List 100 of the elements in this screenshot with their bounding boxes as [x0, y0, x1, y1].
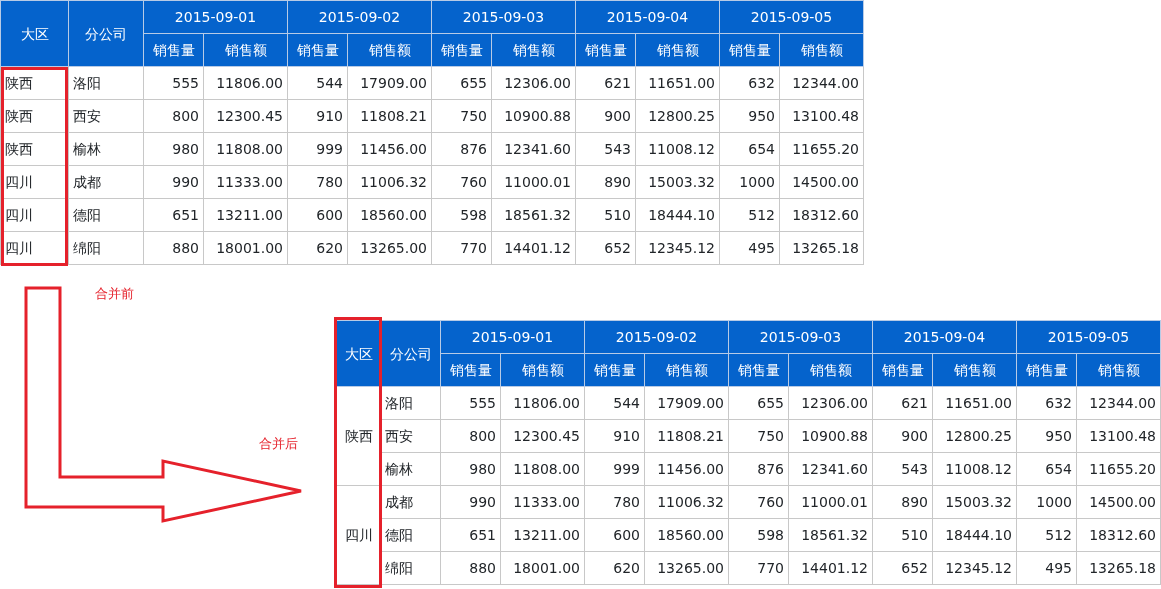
table-cell: 13100.48 [779, 99, 864, 133]
header-cell: 分公司 [380, 320, 441, 387]
table-cell: 632 [1016, 386, 1077, 420]
table-cell: 18561.32 [788, 518, 873, 552]
header-cell: 销售额 [1076, 353, 1161, 387]
table-cell: 12300.45 [203, 99, 288, 133]
table-cell: 德阳 [68, 198, 144, 232]
table-cell: 14401.12 [491, 231, 576, 265]
header-cell: 大区 [336, 320, 381, 387]
table-cell: 11808.00 [203, 132, 288, 166]
table-cell: 555 [143, 66, 204, 100]
table-cell: 13211.00 [203, 198, 288, 232]
table-cell: 11000.01 [788, 485, 873, 519]
table-cell: 10900.88 [788, 419, 873, 453]
table-cell: 12341.60 [788, 452, 873, 486]
table-cell: 652 [575, 231, 636, 265]
header-cell: 销售量 [872, 353, 933, 387]
table-cell: 760 [431, 165, 492, 199]
table-cell: 620 [287, 231, 348, 265]
table-cell: 620 [584, 551, 645, 585]
header-cell: 销售量 [431, 33, 492, 67]
table-cell: 18312.60 [779, 198, 864, 232]
table-cell: 成都 [380, 485, 441, 519]
table-cell: 11333.00 [500, 485, 585, 519]
header-cell: 销售量 [728, 353, 789, 387]
table-cell: 12344.00 [1076, 386, 1161, 420]
table-cell: 11651.00 [635, 66, 720, 100]
header-cell: 销售量 [575, 33, 636, 67]
table-cell: 750 [431, 99, 492, 133]
table-cell: 绵阳 [68, 231, 144, 265]
table-cell: 910 [584, 419, 645, 453]
table-cell: 600 [584, 518, 645, 552]
table-cell: 12306.00 [788, 386, 873, 420]
header-cell: 2015-09-01 [143, 0, 288, 34]
table-cell: 510 [872, 518, 933, 552]
table-cell: 880 [440, 551, 501, 585]
table-cell: 632 [719, 66, 780, 100]
table-cell: 12345.12 [932, 551, 1017, 585]
header-cell: 销售额 [644, 353, 729, 387]
table-cell: 510 [575, 198, 636, 232]
table-cell: 18444.10 [932, 518, 1017, 552]
table-cell: 12800.25 [635, 99, 720, 133]
table-cell: 12306.00 [491, 66, 576, 100]
table-cell: 洛阳 [380, 386, 441, 420]
table-cell: 陕西 [0, 99, 69, 133]
table-cell: 13211.00 [500, 518, 585, 552]
table-cell: 11456.00 [644, 452, 729, 486]
table-cell: 12341.60 [491, 132, 576, 166]
table-cell: 900 [872, 419, 933, 453]
table-cell: 770 [728, 551, 789, 585]
table-cell: 890 [575, 165, 636, 199]
table-cell: 西安 [380, 419, 441, 453]
table-cell: 950 [1016, 419, 1077, 453]
table-cell: 543 [872, 452, 933, 486]
table-cell: 四川 [0, 231, 69, 265]
table-cell: 14500.00 [1076, 485, 1161, 519]
table-cell: 900 [575, 99, 636, 133]
header-cell: 销售量 [287, 33, 348, 67]
table-cell: 780 [287, 165, 348, 199]
table-cell: 11006.32 [644, 485, 729, 519]
table-cell: 14500.00 [779, 165, 864, 199]
table-cell: 655 [431, 66, 492, 100]
table-cell: 14401.12 [788, 551, 873, 585]
table-cell: 890 [872, 485, 933, 519]
table-cell: 11456.00 [347, 132, 432, 166]
table-cell: 18001.00 [203, 231, 288, 265]
table-cell: 990 [143, 165, 204, 199]
table-cell: 榆林 [380, 452, 441, 486]
table-cell: 651 [143, 198, 204, 232]
table-cell: 榆林 [68, 132, 144, 166]
table-cell: 15003.32 [635, 165, 720, 199]
table-cell: 780 [584, 485, 645, 519]
table-cell: 18312.60 [1076, 518, 1161, 552]
header-cell: 2015-09-04 [575, 0, 720, 34]
table-cell: 654 [719, 132, 780, 166]
table-cell: 555 [440, 386, 501, 420]
table-cell: 980 [143, 132, 204, 166]
table-cell: 17909.00 [347, 66, 432, 100]
header-cell: 销售量 [719, 33, 780, 67]
header-cell: 销售额 [932, 353, 1017, 387]
table-cell: 11008.12 [635, 132, 720, 166]
table-cell: 11008.12 [932, 452, 1017, 486]
header-cell: 销售额 [635, 33, 720, 67]
header-cell: 分公司 [68, 0, 144, 67]
table-cell: 876 [728, 452, 789, 486]
table-cell: 600 [287, 198, 348, 232]
table-cell: 800 [143, 99, 204, 133]
table-cell: 543 [575, 132, 636, 166]
header-cell: 销售量 [584, 353, 645, 387]
header-cell: 2015-09-04 [872, 320, 1017, 354]
table-cell: 11000.01 [491, 165, 576, 199]
table-cell: 495 [719, 231, 780, 265]
annotation-label: 合并前 [95, 285, 134, 303]
table-cell: 544 [287, 66, 348, 100]
table-cell: 651 [440, 518, 501, 552]
header-cell: 销售量 [143, 33, 204, 67]
header-cell: 销售额 [347, 33, 432, 67]
table-cell: 11006.32 [347, 165, 432, 199]
table-cell: 18444.10 [635, 198, 720, 232]
table-cell: 11806.00 [500, 386, 585, 420]
